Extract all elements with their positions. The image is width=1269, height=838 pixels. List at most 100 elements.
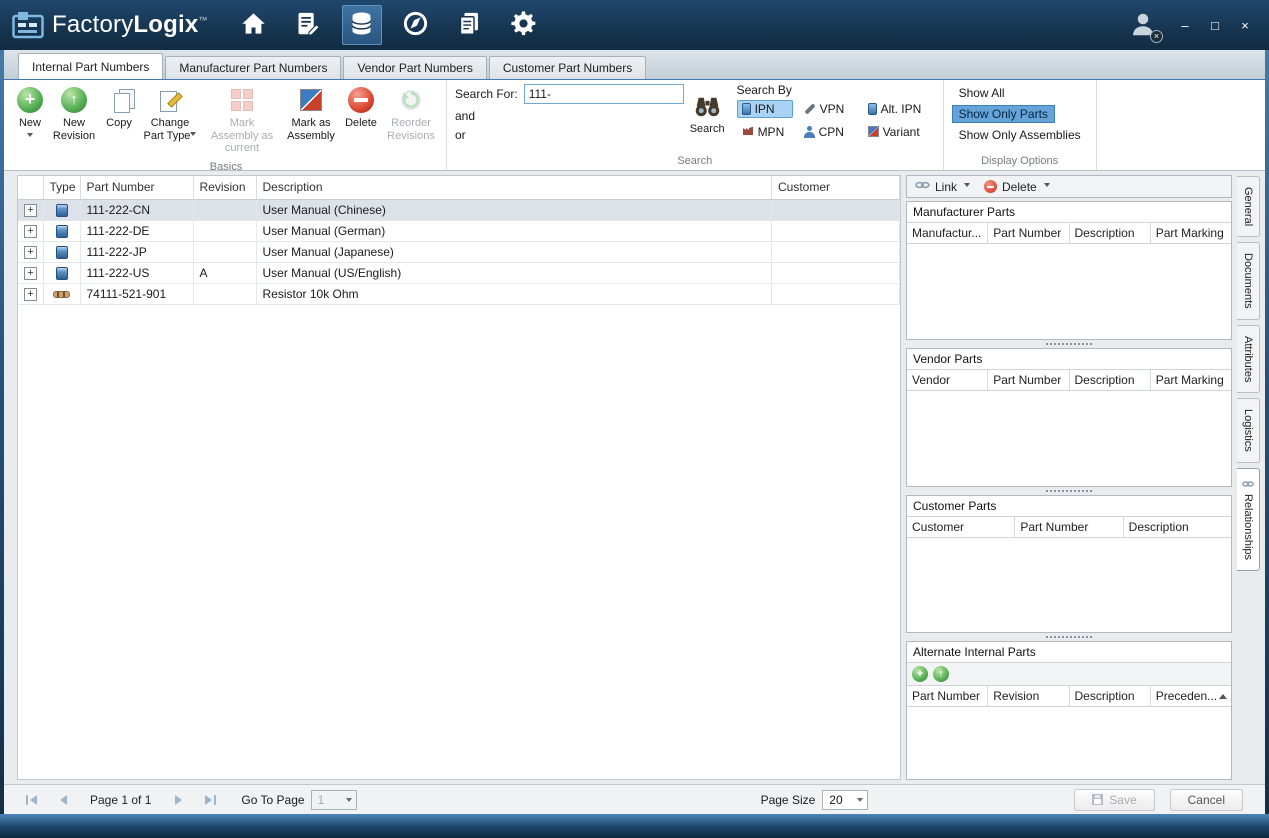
- part-number-column-header[interactable]: Part Number: [1015, 516, 1124, 537]
- type-column-header[interactable]: Type: [43, 176, 81, 200]
- nav-home-button[interactable]: [234, 5, 274, 45]
- page-size-combo[interactable]: 20: [822, 789, 869, 810]
- toggle-mpn[interactable]: MPN: [737, 122, 793, 141]
- description-column-header[interactable]: Description: [1070, 369, 1151, 390]
- table-row[interactable]: + 74111-521-901 Resistor 10k Ohm: [18, 283, 900, 305]
- customer-column-header[interactable]: Customer: [907, 516, 1016, 537]
- new-revision-button[interactable]: ↑ New Revision: [48, 83, 100, 145]
- change-part-type-button[interactable]: Change Part Type: [138, 83, 202, 145]
- prev-page-button[interactable]: [50, 790, 76, 810]
- toggle-ipn[interactable]: IPN: [736, 100, 793, 118]
- toggle-variant[interactable]: Variant: [863, 122, 937, 141]
- tab-logistics[interactable]: Logistics: [1237, 398, 1260, 464]
- mark-as-assembly-button[interactable]: Mark as Assembly: [282, 83, 340, 145]
- expand-icon[interactable]: +: [24, 246, 37, 259]
- show-all-option[interactable]: Show All: [952, 84, 1012, 102]
- last-page-icon: [204, 794, 212, 805]
- tab-attributes[interactable]: Attributes: [1237, 324, 1260, 394]
- toggle-alt-ipn[interactable]: Alt. IPN: [863, 100, 937, 118]
- link-button[interactable]: Link: [915, 179, 971, 194]
- show-only-parts-option[interactable]: Show Only Parts: [951, 105, 1055, 123]
- new-button[interactable]: + New: [12, 83, 48, 143]
- tab-vendor-part-numbers[interactable]: Vendor Part Numbers: [343, 56, 487, 79]
- tab-general[interactable]: General: [1237, 176, 1260, 238]
- precedence-column-header[interactable]: Preceden...: [1151, 686, 1231, 706]
- nav-planning-button[interactable]: [288, 5, 328, 45]
- page-size-label: Page Size: [760, 792, 816, 807]
- customer-parts-header-row: Customer Part Number Description: [907, 516, 1231, 538]
- expand-icon[interactable]: +: [24, 204, 37, 217]
- section-splitter[interactable]: [906, 340, 1232, 348]
- nav-settings-button[interactable]: [504, 5, 544, 45]
- expand-icon[interactable]: +: [24, 225, 37, 238]
- maximize-button[interactable]: □: [1207, 18, 1223, 33]
- first-page-icon: [29, 794, 37, 805]
- sort-ascending-icon: [1219, 694, 1227, 700]
- toggle-vpn[interactable]: VPN: [799, 100, 857, 118]
- gear-icon: [509, 9, 538, 41]
- table-row[interactable]: + 111-222-DE User Manual (German): [18, 220, 900, 242]
- revision-column-header[interactable]: Revision: [988, 686, 1070, 707]
- description-column-header[interactable]: Description: [1070, 223, 1151, 243]
- user-account-button[interactable]: ×: [1127, 9, 1163, 43]
- titlebar-right: × – □ ×: [1127, 9, 1257, 43]
- description-column-header[interactable]: Description: [1070, 686, 1151, 707]
- description-column-header[interactable]: Description: [256, 176, 772, 200]
- reorder-revisions-button[interactable]: Reorder Revisions: [382, 83, 440, 145]
- search-button[interactable]: Search: [690, 93, 725, 135]
- customer-column-header[interactable]: Customer: [771, 176, 900, 200]
- customer-cell: [771, 199, 900, 221]
- part-number-column-header[interactable]: Part Number: [907, 686, 989, 707]
- description-column-header[interactable]: Description: [1124, 517, 1231, 537]
- part-number-column-header[interactable]: Part Number: [80, 176, 194, 200]
- part-marking-column-header[interactable]: Part Marking: [1151, 223, 1231, 243]
- alternate-parts-list[interactable]: [907, 707, 1231, 779]
- alternate-parts-header-row: Part Number Revision Description Precede…: [907, 686, 1231, 708]
- save-button[interactable]: Save: [1074, 788, 1155, 811]
- last-page-button[interactable]: [197, 790, 223, 810]
- section-splitter[interactable]: [906, 633, 1232, 641]
- goto-page-combo[interactable]: 1: [310, 789, 357, 810]
- first-page-button[interactable]: [18, 790, 44, 810]
- tab-documents[interactable]: Documents: [1237, 242, 1260, 320]
- tab-internal-part-numbers[interactable]: Internal Part Numbers: [18, 53, 164, 79]
- revision-column-header[interactable]: Revision: [193, 176, 257, 200]
- nav-deploy-button[interactable]: [396, 5, 436, 45]
- revision-cell: [193, 283, 257, 305]
- panel-delete-button[interactable]: Delete: [984, 180, 1050, 194]
- table-row[interactable]: + 111-222-JP User Manual (Japanese): [18, 241, 900, 263]
- table-row[interactable]: + 111-222-US A User Manual (US/English): [18, 262, 900, 284]
- minimize-button[interactable]: –: [1177, 18, 1193, 33]
- manufacturer-column-header[interactable]: Manufactur...: [907, 223, 989, 243]
- table-row[interactable]: + 111-222-CN User Manual (Chinese): [18, 199, 900, 221]
- search-input[interactable]: [523, 84, 684, 104]
- toggle-cpn[interactable]: CPN: [799, 122, 857, 141]
- tab-relationships[interactable]: Relationships: [1237, 468, 1260, 572]
- vendor-column-header[interactable]: Vendor: [907, 369, 989, 390]
- ribbon-group-display-options: Show All Show Only Parts Show Only Assem…: [944, 80, 1097, 170]
- part-marking-column-header[interactable]: Part Marking: [1151, 370, 1231, 390]
- add-alternate-button[interactable]: +: [912, 666, 928, 683]
- expand-icon[interactable]: +: [24, 288, 37, 301]
- nav-documents-button[interactable]: [450, 5, 490, 45]
- variant-icon: [867, 126, 879, 137]
- cancel-button[interactable]: Cancel: [1169, 788, 1243, 811]
- part-number-column-header[interactable]: Part Number: [988, 369, 1070, 390]
- delete-button[interactable]: Delete: [340, 83, 382, 133]
- section-splitter[interactable]: [906, 487, 1232, 495]
- nav-parts-button[interactable]: [341, 5, 382, 45]
- next-page-button[interactable]: [165, 790, 191, 810]
- parts-library-icon: [348, 10, 375, 40]
- tab-customer-part-numbers[interactable]: Customer Part Numbers: [488, 56, 647, 79]
- vendor-parts-list[interactable]: [907, 390, 1231, 486]
- tab-manufacturer-part-numbers[interactable]: Manufacturer Part Numbers: [165, 56, 342, 79]
- close-button[interactable]: ×: [1237, 18, 1253, 33]
- expand-icon[interactable]: +: [24, 267, 37, 280]
- promote-alternate-button[interactable]: ↑: [933, 666, 949, 683]
- part-number-column-header[interactable]: Part Number: [988, 223, 1070, 243]
- copy-button[interactable]: Copy: [100, 83, 138, 133]
- customer-parts-list[interactable]: [907, 537, 1231, 633]
- manufacturer-parts-list[interactable]: [907, 244, 1231, 339]
- show-only-assemblies-option[interactable]: Show Only Assemblies: [952, 126, 1088, 144]
- mark-assembly-as-current-button[interactable]: Mark Assembly as current: [202, 83, 282, 158]
